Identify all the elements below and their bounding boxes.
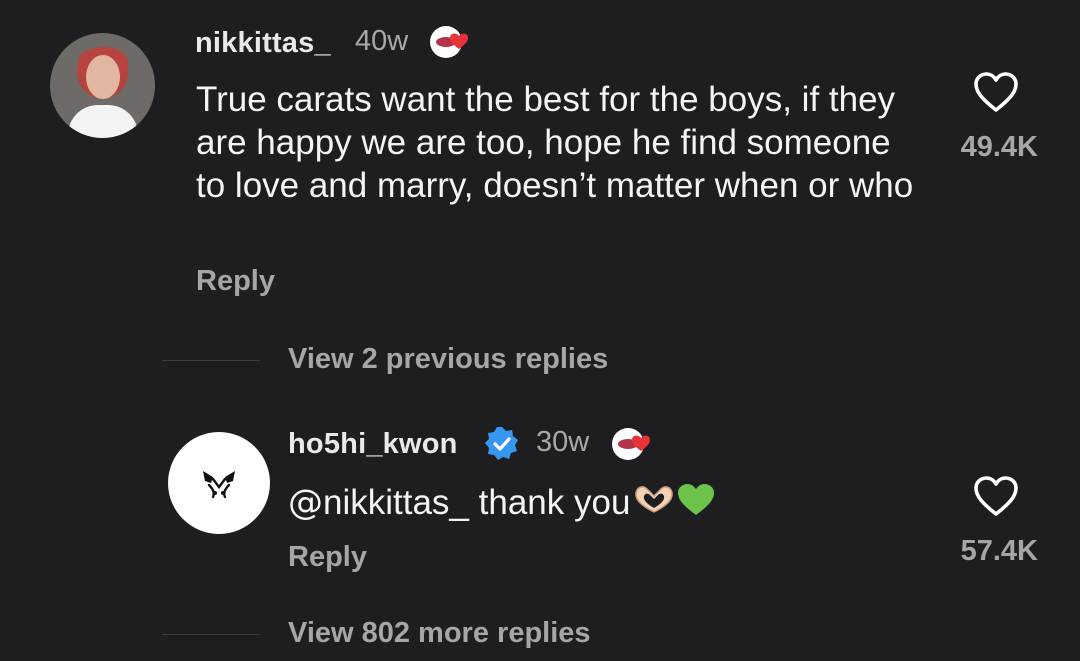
creator-liked-badge-icon (430, 26, 468, 58)
comment-username[interactable]: nikkittas_ (195, 27, 331, 60)
replies-divider (162, 360, 260, 361)
reply-username[interactable]: ho5hi_kwon (288, 428, 458, 461)
comment-like-heart-icon[interactable] (972, 70, 1020, 114)
reply-reply-button[interactable]: Reply (288, 541, 367, 574)
comment-reply-button[interactable]: Reply (196, 265, 275, 298)
replier-avatar[interactable] (168, 432, 270, 534)
view-previous-replies-button[interactable]: View 2 previous replies (288, 343, 608, 376)
comment-timestamp: 40w (355, 25, 409, 57)
mention-at-icon: @ (288, 483, 323, 523)
reply-text: @nikkittas_ thank you (288, 481, 716, 525)
replies-divider (162, 634, 260, 635)
reply-body: thank you (468, 483, 631, 522)
reply-mention[interactable]: nikkittas_ (323, 483, 469, 522)
reply-like-heart-icon[interactable] (972, 474, 1020, 518)
comments-thread: nikkittas_ 40w True carats want the best… (0, 0, 1080, 661)
view-more-replies-button[interactable]: View 802 more replies (288, 617, 591, 650)
creator-liked-badge-icon (612, 428, 650, 460)
comment-text: True carats want the best for the boys, … (196, 80, 914, 205)
verified-badge-icon (485, 427, 518, 460)
commenter-avatar[interactable] (50, 33, 155, 138)
reply-timestamp: 30w (536, 426, 590, 458)
comment-like-count: 49.4K (960, 131, 1038, 163)
horanghae-logo-icon (203, 471, 235, 499)
reply-like-count: 57.4K (960, 535, 1038, 567)
heart-hands-emoji-icon (635, 486, 674, 513)
green-heart-emoji-icon (678, 484, 715, 515)
